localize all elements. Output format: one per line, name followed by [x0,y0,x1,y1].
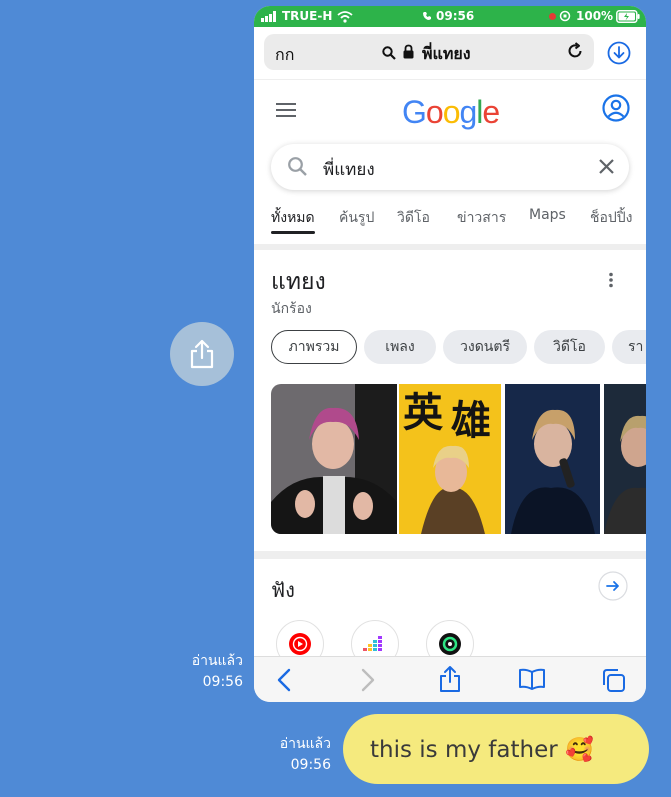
close-icon[interactable] [598,158,615,175]
signal-icon [261,11,276,22]
chip-songs[interactable]: เพลง [364,330,436,364]
listen-section-title: ฟัง [271,578,295,602]
more-vertical-icon[interactable] [608,272,614,288]
tab-all[interactable]: ทั้งหมด [271,207,315,229]
photo-1[interactable] [271,384,397,534]
hamburger-icon[interactable] [276,102,296,118]
search-icon [288,157,307,176]
battery-icon [616,10,640,23]
bookmarks-icon[interactable] [518,668,546,690]
read-receipt: อ่านแล้ว 09:56 [168,651,243,693]
status-time: 09:56 [436,9,475,23]
account-circle-icon[interactable] [602,94,630,122]
tabs-icon[interactable] [601,668,626,693]
image-carousel[interactable]: 英 雄 [271,384,646,534]
orientation-lock-icon [559,10,571,22]
wifi-icon [337,11,353,23]
status-bar: TRUE-H 09:56 100% [254,6,646,27]
back-icon[interactable] [277,668,291,692]
tab-maps[interactable]: Maps [529,207,566,223]
section-divider [254,551,646,559]
divider [254,79,646,80]
address-bar[interactable]: กก พี่แทยง [264,34,594,70]
knowledge-panel-title: แทยง [271,269,326,295]
svg-text:雄: 雄 [451,398,491,444]
recording-dot-icon [549,13,556,20]
read-label: อ่านแล้ว [191,653,243,669]
svg-text:英: 英 [403,390,444,436]
photo-2[interactable]: 英 雄 [399,384,501,534]
chip-overview[interactable]: ภาพรวม [271,330,357,364]
photo-4[interactable] [604,384,646,534]
share-icon[interactable] [439,665,461,693]
tab-shopping[interactable]: ช็อปปิ้ง [590,207,633,229]
screenshot-message[interactable]: TRUE-H 09:56 100% กก พี่แทยง Google พี่แ… [254,6,646,702]
knowledge-panel-subtitle: นักร้อง [271,301,312,317]
google-logo: Google [402,94,500,130]
active-tab-indicator [271,231,315,234]
chat-bubble[interactable]: this is my father 🥰 [343,714,649,784]
read-label: อ่านแล้ว [279,736,331,752]
chip-videos[interactable]: วิดีโอ [534,330,605,364]
chip-bands[interactable]: วงดนตรี [443,330,527,364]
section-divider [254,244,646,250]
tab-videos[interactable]: วิดีโอ [397,207,430,229]
text-size-button[interactable]: กก [275,43,294,68]
google-search-box[interactable]: พี่แทยง [271,144,629,190]
message-text: this is my father 🥰 [370,737,594,763]
lock-icon [403,44,414,59]
share-button[interactable] [170,322,234,386]
tab-images[interactable]: ค้นรูป [339,207,374,229]
tab-news[interactable]: ข่าวสาร [457,207,506,229]
battery-percent: 100% [576,9,614,23]
photo-3[interactable] [505,384,600,534]
search-icon [382,46,396,60]
read-receipt: อ่านแล้ว 09:56 [256,734,331,776]
phone-icon [423,12,431,20]
forward-icon[interactable] [361,668,375,692]
carrier: TRUE-H [282,9,333,23]
search-query: พี่แทยง [323,160,375,180]
arrow-right-icon[interactable] [598,571,628,601]
share-icon [190,339,214,369]
message-time: 09:56 [290,757,331,773]
reload-icon[interactable] [566,42,584,60]
url-text: พี่แทยง [422,44,471,63]
safari-toolbar [254,656,646,702]
message-time: 09:56 [202,674,243,690]
chip-more[interactable]: รา [612,330,646,364]
download-icon[interactable] [607,41,631,65]
